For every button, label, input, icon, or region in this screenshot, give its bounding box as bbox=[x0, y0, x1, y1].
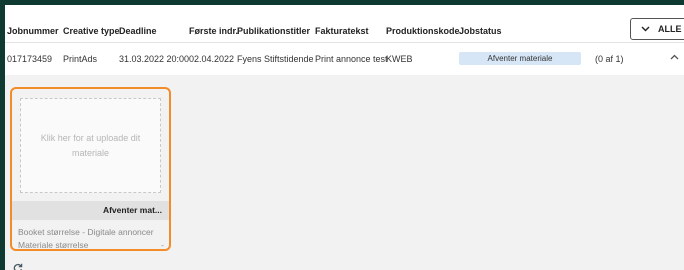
column-produktionskode[interactable]: Produktionskode bbox=[386, 26, 460, 36]
material-card[interactable]: Klik her for at uploade dit materiale Af… bbox=[10, 87, 171, 251]
material-count: (0 af 1) bbox=[595, 54, 624, 64]
column-jobstatus[interactable]: Jobstatus bbox=[459, 26, 502, 36]
status-filter-dropdown[interactable]: ALLE bbox=[630, 18, 684, 40]
cell-jobnummer: 017173459 bbox=[7, 54, 53, 64]
upload-dropzone[interactable]: Klik her for at uploade dit materiale bbox=[20, 98, 161, 193]
cell-produktionskode: KWEB bbox=[386, 54, 413, 64]
cell-publikationstitler: Fyens Stiftstidende bbox=[237, 54, 314, 64]
booket-storrelse: Booket størrelse - Digitale annoncer bbox=[18, 227, 164, 237]
column-deadline[interactable]: Deadline bbox=[119, 26, 157, 36]
material-status: Afventer mat... bbox=[12, 201, 169, 220]
column-publikationstitler[interactable]: Publikationstitler bbox=[237, 26, 310, 36]
cell-deadline: 31.03.2022 20:00 bbox=[119, 54, 190, 64]
status-badge: Afventer materiale bbox=[459, 52, 581, 65]
chevron-down-icon bbox=[641, 25, 650, 34]
materiale-label: Materiale størrelse bbox=[18, 240, 89, 250]
column-fakturatekst[interactable]: Fakturatekst bbox=[315, 26, 369, 36]
materiale-storrelse: Materiale størrelse - bbox=[18, 240, 164, 250]
job-list-panel: Jobnummer Creative type Deadline Første … bbox=[5, 5, 684, 270]
column-forste-indr[interactable]: Første indr. bbox=[189, 26, 238, 36]
row-details: Klik her for at uploade dit materiale Af… bbox=[5, 75, 684, 270]
column-jobnummer[interactable]: Jobnummer bbox=[7, 26, 59, 36]
column-creative-type[interactable]: Creative type bbox=[63, 26, 120, 36]
table-header: Jobnummer Creative type Deadline Første … bbox=[5, 5, 684, 43]
booket-label: Booket størrelse - Digitale annoncer bbox=[18, 227, 154, 237]
filter-label: ALLE bbox=[658, 24, 682, 34]
cell-forste-indr: 02.04.2022 bbox=[189, 54, 235, 64]
table-row[interactable]: 017173459 PrintAds 31.03.2022 20:00 02.0… bbox=[5, 44, 684, 74]
chevron-up-icon[interactable] bbox=[670, 52, 679, 63]
refresh-icon[interactable] bbox=[13, 260, 23, 270]
materiale-value: - bbox=[161, 240, 164, 250]
cell-fakturatekst: Print annonce test bbox=[315, 54, 388, 64]
cell-creative-type: PrintAds bbox=[63, 54, 98, 64]
